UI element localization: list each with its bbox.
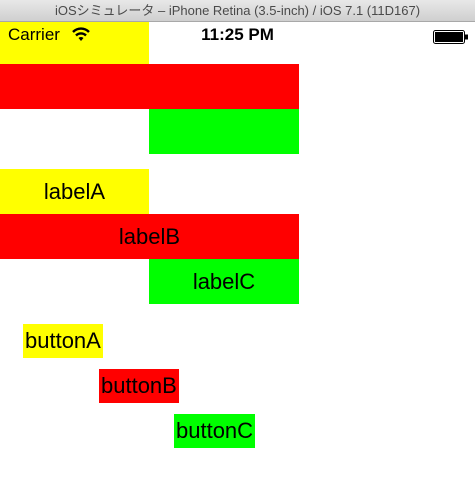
button-a[interactable]: buttonA xyxy=(23,324,103,358)
window-title: iOSシミュレータ – iPhone Retina (3.5-inch) / i… xyxy=(0,0,475,22)
button-b[interactable]: buttonB xyxy=(99,369,179,403)
button-c[interactable]: buttonC xyxy=(174,414,256,448)
green-view xyxy=(149,109,299,154)
label-a: labelA xyxy=(0,169,149,214)
status-time: 11:25 PM xyxy=(201,25,274,44)
label-b: labelB xyxy=(0,214,299,259)
label-c: labelC xyxy=(149,259,299,304)
simulator-screen: Carrier 11:25 PM labelA labelB labelC bu… xyxy=(0,22,475,485)
battery-icon xyxy=(433,30,468,44)
status-bar: Carrier 11:25 PM xyxy=(0,22,475,49)
red-view xyxy=(0,64,299,109)
